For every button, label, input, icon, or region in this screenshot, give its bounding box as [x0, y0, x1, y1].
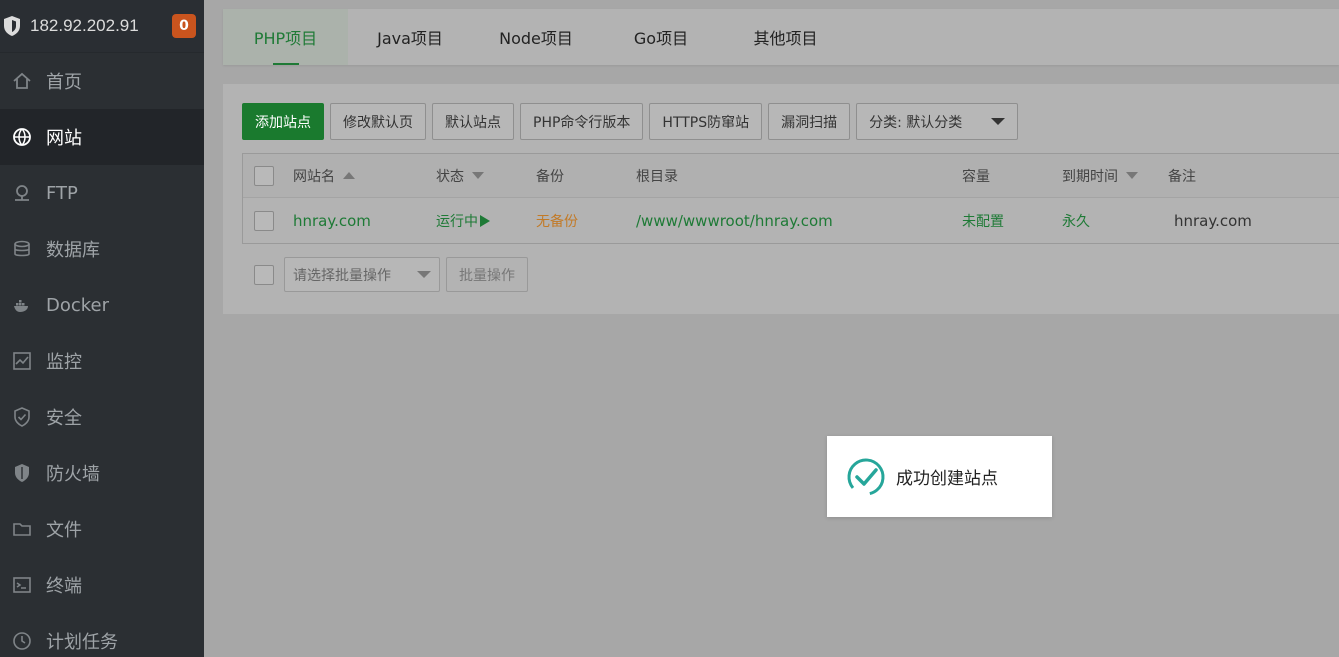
site-note[interactable]: hnray.com: [1174, 198, 1252, 243]
vuln-scan-button[interactable]: 漏洞扫描: [768, 103, 851, 140]
col-status[interactable]: 状态: [436, 154, 484, 197]
ftp-icon: [12, 183, 32, 203]
col-backup: 备份: [536, 168, 564, 185]
default-site-button[interactable]: 默认站点: [432, 103, 514, 140]
sidebar-item-ftp[interactable]: FTP: [0, 165, 204, 221]
category-select[interactable]: 分类: 默认分类: [856, 103, 1019, 140]
batch-select-placeholder: 请选择批量操作: [293, 267, 391, 284]
site-expire[interactable]: 永久: [1062, 198, 1090, 243]
sidebar-nav: 首页 网站 FTP 数据库 Docker 监控 安全 防火墙 文件 终端 计划任…: [0, 53, 204, 657]
col-label: 状态: [436, 168, 464, 185]
select-all-checkbox[interactable]: [254, 165, 274, 186]
sidebar-item-label: 防火墙: [46, 464, 100, 485]
chevron-down-icon: [991, 118, 1006, 125]
sort-asc-icon: [343, 172, 355, 179]
select-all-cell: [254, 154, 274, 197]
sidebar-item-database[interactable]: 数据库: [0, 221, 204, 277]
sort-desc-icon: [472, 172, 484, 179]
col-label: 网站名: [293, 168, 335, 185]
site-table: 网站名 状态 备份 根目录 容量 到期时间 备注 hnray.com 运行中 无…: [242, 153, 1339, 244]
sidebar-item-label: Docker: [46, 294, 110, 316]
play-icon: [480, 214, 490, 227]
tab-node[interactable]: Node项目: [472, 9, 600, 65]
folder-icon: [12, 519, 32, 539]
sidebar-item-label: 首页: [46, 72, 82, 93]
site-root-link[interactable]: /www/wwwroot/hnray.com: [636, 198, 833, 243]
site-panel: 添加站点 修改默认页 默认站点 PHP命令行版本 HTTPS防窜站 漏洞扫描 分…: [223, 84, 1339, 314]
sidebar-item-label: 计划任务: [46, 632, 118, 653]
tab-go[interactable]: Go项目: [600, 9, 722, 65]
sidebar-item-website[interactable]: 网站: [0, 109, 204, 165]
terminal-icon: [12, 575, 32, 595]
shield-check-icon: [12, 407, 32, 427]
tab-php[interactable]: PHP项目: [223, 9, 348, 65]
monitor-icon: [12, 351, 32, 371]
chevron-down-icon: [417, 271, 431, 278]
firewall-icon: [12, 463, 32, 483]
sidebar-item-label: 文件: [46, 520, 82, 541]
sidebar-item-label: 终端: [46, 576, 82, 597]
sidebar-item-label: 网站: [46, 128, 82, 149]
sidebar-item-home[interactable]: 首页: [0, 53, 204, 109]
https-anti-intercept-button[interactable]: HTTPS防窜站: [649, 103, 763, 140]
database-icon: [12, 239, 32, 259]
php-cli-version-button[interactable]: PHP命令行版本: [520, 103, 644, 140]
tab-java[interactable]: Java项目: [348, 9, 472, 65]
batch-operation-button[interactable]: 批量操作: [446, 257, 528, 292]
clock-icon: [12, 631, 32, 651]
sidebar-item-terminal[interactable]: 终端: [0, 557, 204, 613]
category-select-value: 分类: 默认分类: [869, 114, 963, 131]
server-shield-icon: [4, 16, 20, 36]
sidebar-item-firewall[interactable]: 防火墙: [0, 445, 204, 501]
sidebar-item-files[interactable]: 文件: [0, 501, 204, 557]
site-status[interactable]: 运行中: [436, 198, 490, 243]
notification-badge[interactable]: 0: [172, 14, 196, 38]
batch-operation-select[interactable]: 请选择批量操作: [284, 257, 440, 292]
success-toast: 成功创建站点: [827, 436, 1052, 517]
tab-other[interactable]: 其他项目: [722, 9, 849, 65]
col-note: 备注: [1168, 168, 1196, 185]
add-site-button[interactable]: 添加站点: [242, 103, 324, 140]
server-header: 182.92.202.91 0: [0, 0, 204, 53]
col-expire[interactable]: 到期时间: [1062, 154, 1138, 197]
sort-desc-icon: [1126, 172, 1138, 179]
row-checkbox[interactable]: [254, 210, 274, 231]
col-site-name[interactable]: 网站名: [293, 154, 355, 197]
col-root: 根目录: [636, 168, 678, 185]
site-capacity[interactable]: 未配置: [962, 198, 1004, 243]
sidebar-item-label: 数据库: [46, 240, 100, 261]
docker-icon: [12, 295, 32, 315]
sidebar-item-label: FTP: [46, 182, 78, 204]
project-tabs: PHP项目 Java项目 Node项目 Go项目 其他项目: [223, 9, 1339, 65]
success-check-icon: [847, 458, 885, 495]
table-row: hnray.com 运行中 无备份 /www/wwwroot/hnray.com…: [243, 198, 1339, 243]
home-icon: [12, 71, 32, 91]
server-ip: 182.92.202.91: [30, 16, 139, 35]
globe-icon: [12, 127, 32, 147]
table-header: 网站名 状态 备份 根目录 容量 到期时间 备注: [243, 154, 1339, 198]
toast-message: 成功创建站点: [896, 469, 998, 489]
row-select-cell: [254, 198, 274, 243]
status-text: 运行中: [436, 213, 478, 230]
sidebar: 182.92.202.91 0 首页 网站 FTP 数据库 Docker 监控: [0, 0, 204, 657]
sidebar-item-monitor[interactable]: 监控: [0, 333, 204, 389]
col-capacity: 容量: [962, 168, 990, 185]
site-backup[interactable]: 无备份: [536, 198, 578, 243]
col-label: 到期时间: [1062, 168, 1118, 185]
sidebar-item-label: 安全: [46, 408, 82, 429]
site-toolbar: 添加站点 修改默认页 默认站点 PHP命令行版本 HTTPS防窜站 漏洞扫描 分…: [242, 103, 1019, 140]
sidebar-item-docker[interactable]: Docker: [0, 277, 204, 333]
sidebar-item-label: 监控: [46, 352, 82, 373]
batch-bar: 请选择批量操作 批量操作: [254, 257, 528, 292]
batch-select-all-checkbox[interactable]: [254, 264, 274, 285]
site-name-link[interactable]: hnray.com: [293, 198, 371, 243]
sidebar-item-security[interactable]: 安全: [0, 389, 204, 445]
modify-default-page-button[interactable]: 修改默认页: [330, 103, 426, 140]
sidebar-item-cron[interactable]: 计划任务: [0, 613, 204, 657]
